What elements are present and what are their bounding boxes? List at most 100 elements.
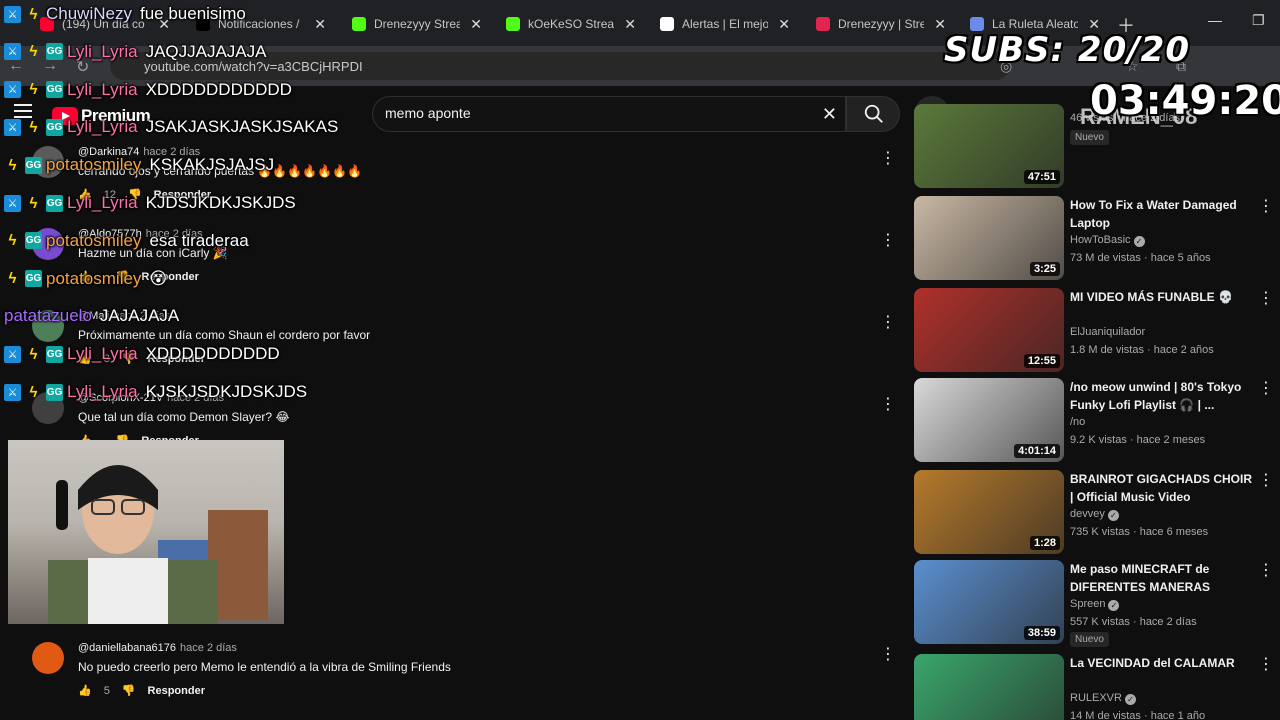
video-title[interactable]: Me paso MINECRAFT de DIFERENTES MANERAS <box>1070 560 1256 596</box>
video-thumbnail[interactable]: 1:28 <box>914 470 1064 554</box>
more-options-icon[interactable]: ⋮ <box>1258 378 1274 398</box>
chat-message: ⚔ ϟ GG Lyli_Lyria KJDSJKDKJSKJDS <box>4 193 296 213</box>
prime-badge-icon: ϟ <box>29 5 38 23</box>
channel-label: devvey <box>1070 508 1105 520</box>
chat-message: patatazuelo JAJAJAJA <box>4 306 179 326</box>
chat-username: potatosmiley <box>46 155 142 175</box>
video-thumbnail[interactable]: 38:59 <box>914 560 1064 644</box>
browser-tab[interactable]: Alertas | El mejo ✕ <box>650 8 800 40</box>
video-card[interactable]: 38:59 Me paso MINECRAFT de DIFERENTES MAN… <box>914 560 1280 647</box>
channel-name[interactable]: Spreen ✓ <box>1070 598 1120 611</box>
video-duration: 12:55 <box>1023 354 1060 368</box>
chat-username: Lyli_Lyria <box>67 382 138 401</box>
chat-message: ⚔ ϟ GG Lyli_Lyria XDDDDDDDDDDD <box>4 80 292 100</box>
video-card[interactable]: 1:28 BRAINROT GIGACHADS CHOIR | Official … <box>914 470 1280 554</box>
subscriber-badge-icon: GG <box>46 81 63 99</box>
channel-name[interactable]: ElJuaniquilador <box>1070 326 1145 338</box>
video-title[interactable]: MI VIDEO MÁS FUNABLE 💀 <box>1070 288 1256 306</box>
subscriber-badge-icon: GG <box>25 232 42 250</box>
channel-label: HowToBasic <box>1070 234 1131 246</box>
browser-tab[interactable]: Drenezyyy | Stre ✕ <box>806 8 956 40</box>
moderator-badge-icon: ⚔ <box>4 81 21 99</box>
minimize-icon[interactable]: — <box>1208 12 1222 28</box>
chat-message: ϟ GG potatosmiley 😵 <box>4 268 168 289</box>
chat-message: ϟ GG potatosmiley esa tiraderaa <box>4 231 249 251</box>
video-title[interactable]: BRAINROT GIGACHADS CHOIR | Official Musi… <box>1070 470 1256 506</box>
close-tab-icon[interactable]: ✕ <box>624 16 636 33</box>
more-options-icon[interactable]: ⋮ <box>1258 196 1274 216</box>
video-duration: 38:59 <box>1023 626 1060 640</box>
search-button[interactable] <box>846 96 900 132</box>
clear-search-icon[interactable]: ✕ <box>822 104 837 125</box>
video-title[interactable]: La VECINDAD del CALAMAR <box>1070 654 1256 672</box>
more-options-icon[interactable]: ⋮ <box>880 394 896 414</box>
chat-username: Lyli_Lyria <box>67 41 138 61</box>
video-thumbnail[interactable]: 47:51 <box>914 104 1064 188</box>
chat-username: Lyli_Lyria <box>67 193 138 212</box>
video-card[interactable]: 3:25 How To Fix a Water Damaged Laptop How… <box>914 196 1280 280</box>
chat-text: KJSKJSDKJDSKJDS <box>145 382 308 401</box>
verified-icon: ✓ <box>1133 236 1145 247</box>
video-thumbnail[interactable]: 3:25 <box>914 196 1064 280</box>
video-card[interactable]: 12:55 MI VIDEO MÁS FUNABLE 💀 ElJuaniquilad… <box>914 288 1280 372</box>
video-thumbnail[interactable]: 4:01:14 <box>914 378 1064 462</box>
more-options-icon[interactable]: ⋮ <box>1258 560 1274 580</box>
subscriber-badge-icon: GG <box>46 118 63 136</box>
chat-text: KJDSJKDKJSKJDS <box>145 193 296 212</box>
channel-name[interactable]: RULEXVR ✓ <box>1070 692 1136 705</box>
more-options-icon[interactable]: ⋮ <box>880 148 896 168</box>
video-title[interactable]: How To Fix a Water Damaged Laptop <box>1070 196 1256 232</box>
subs-counter: SUBS: 20/20 <box>944 30 1190 70</box>
video-duration: 3:25 <box>1029 262 1060 276</box>
chat-username: patatazuelo <box>4 306 92 326</box>
maximize-icon[interactable]: ❐ <box>1252 12 1265 29</box>
more-options-icon[interactable]: ⋮ <box>880 230 896 250</box>
comment-actions: 👍 5 👎 Responder <box>78 684 205 698</box>
chat-text: esa tiraderaa <box>149 230 249 250</box>
chat-message: ⚔ ϟ ChuwiNezy fue buenisimo <box>4 4 246 24</box>
channel-label: /no <box>1070 416 1086 428</box>
video-duration: 4:01:14 <box>1014 444 1060 458</box>
video-thumbnail[interactable]: 12:55 <box>914 288 1064 372</box>
chat-text: JAQJJAJAJAJA <box>145 41 267 61</box>
moderator-badge-icon: ⚔ <box>4 345 21 363</box>
tab-title: kOeKeSO Strean <box>528 17 614 31</box>
streamer-webcam <box>8 440 284 624</box>
like-count: 5 <box>103 684 110 697</box>
more-options-icon[interactable]: ⋮ <box>1258 288 1274 308</box>
video-title[interactable]: /no meow unwind | 80's Tokyo Funky Lofi … <box>1070 378 1256 414</box>
prime-badge-icon: ϟ <box>29 194 38 212</box>
related-videos: 47:51 46 vistas · hace 2 días Nuevo 3:25 How… <box>914 104 1280 720</box>
close-tab-icon[interactable]: ✕ <box>778 16 790 33</box>
reply-button[interactable]: Responder <box>148 685 205 697</box>
channel-name[interactable]: /no <box>1070 416 1085 428</box>
chat-username: potatosmiley <box>46 268 142 288</box>
more-options-icon[interactable]: ⋮ <box>880 312 896 332</box>
video-card[interactable]: 4:01:14/no meow unwind | 80's Tokyo Funk… <box>914 378 1280 462</box>
chat-message: ⚔ ϟ GG Lyli_Lyria JSAKJASKJASKJSAKAS <box>4 117 338 137</box>
video-duration: 47:51 <box>1023 170 1060 184</box>
new-badge: Nuevo <box>1070 130 1109 145</box>
chat-text: KSKAKJSJAJSJ <box>149 155 275 175</box>
comment-author[interactable]: @daniellabana6176 <box>78 642 176 654</box>
channel-name[interactable]: devvey ✓ <box>1070 508 1119 521</box>
chat-username: Lyli_Lyria <box>67 79 138 99</box>
video-stats: 14 M de vistas · hace 1 año <box>1070 710 1206 720</box>
chat-message: ϟ GG potatosmiley KSKAKJSJAJSJ <box>4 155 275 175</box>
more-options-icon[interactable]: ⋮ <box>880 644 896 664</box>
chat-text: XDDDDDDDDDDD <box>145 79 292 99</box>
like-icon[interactable]: 👍 <box>78 684 92 697</box>
chat-text: fue buenisimo <box>139 4 246 23</box>
video-thumbnail[interactable] <box>914 654 1064 720</box>
video-stats: 9.2 K vistas · hace 2 meses <box>1070 434 1206 446</box>
video-card[interactable]: La VECINDAD del CALAMAR RULEXVR ✓ 14 M de v… <box>914 654 1280 720</box>
channel-name[interactable]: HowToBasic ✓ <box>1070 234 1145 247</box>
more-options-icon[interactable]: ⋮ <box>1258 654 1274 674</box>
prime-badge-icon: ϟ <box>8 270 17 288</box>
new-badge: Nuevo <box>1070 632 1109 647</box>
more-options-icon[interactable]: ⋮ <box>1258 470 1274 490</box>
moderator-badge-icon: ⚔ <box>4 383 21 401</box>
dislike-icon[interactable]: 👎 <box>122 684 136 697</box>
stream-chat-overlay: ⚔ ϟ ChuwiNezy fue buenisimo ⚔ ϟ GG Lyli_Lyria JA… <box>0 0 520 420</box>
avatar[interactable] <box>32 642 64 674</box>
